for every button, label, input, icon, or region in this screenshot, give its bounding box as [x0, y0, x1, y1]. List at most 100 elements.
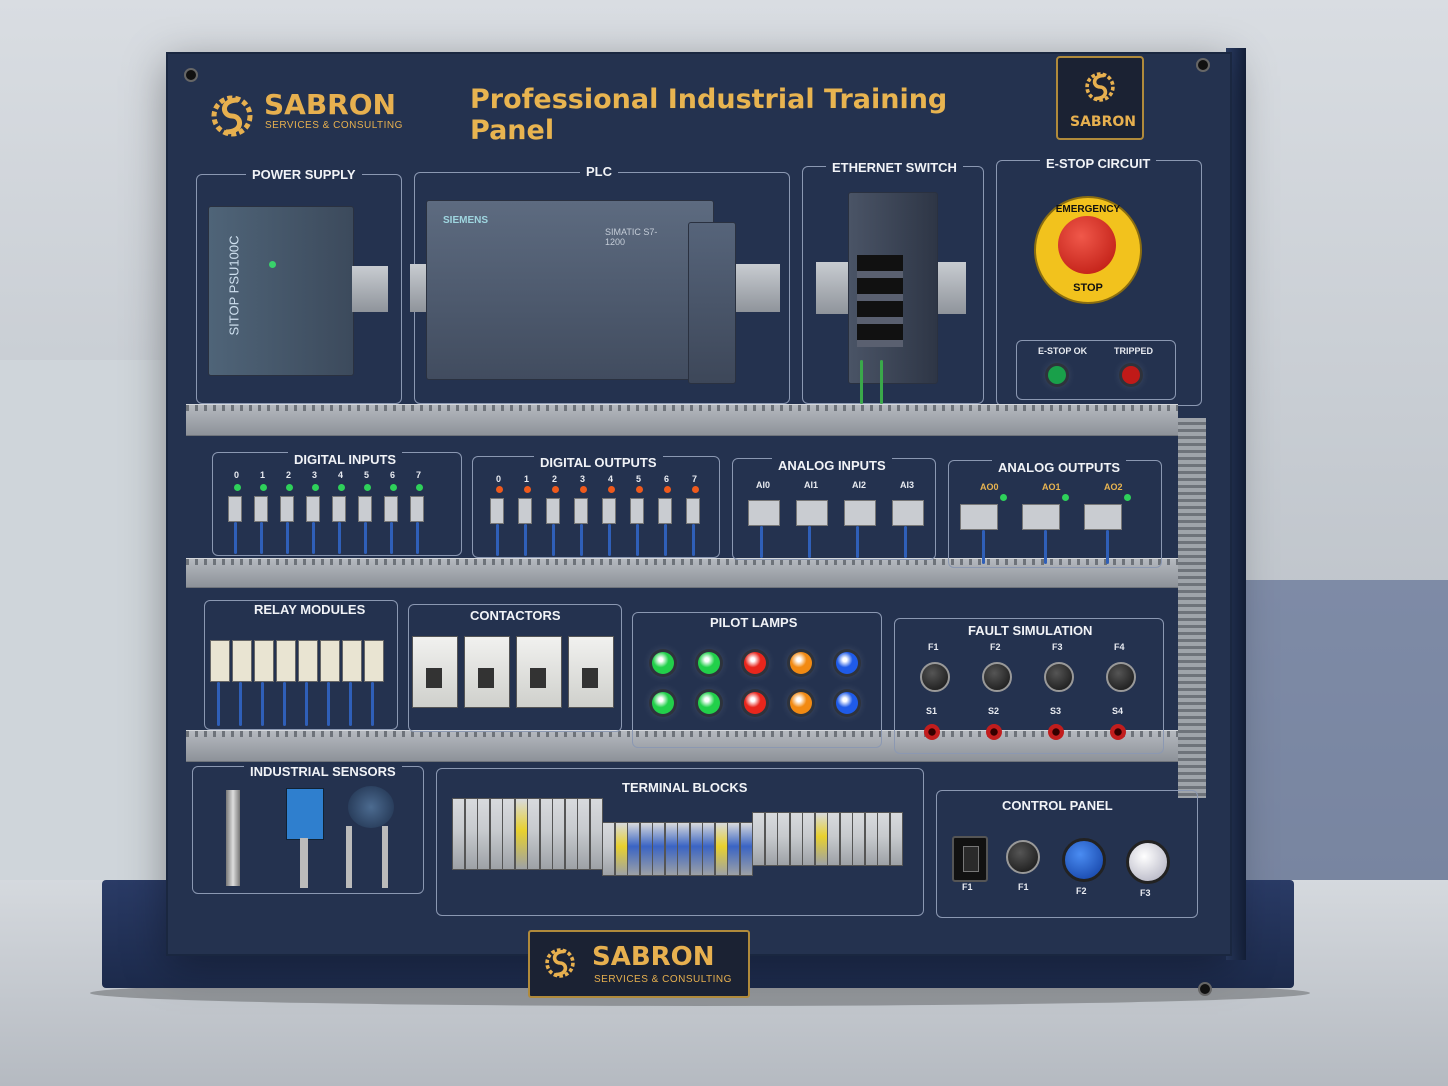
terminal-block	[752, 812, 765, 866]
fault-knob[interactable]	[982, 662, 1012, 692]
fault-switch-label: S3	[1050, 706, 1062, 716]
di-terminal	[358, 496, 372, 522]
do-wire	[580, 524, 583, 556]
background-window	[0, 360, 170, 880]
section-label: ANALOG OUTPUTS	[992, 460, 1127, 475]
do-led	[608, 486, 615, 493]
estop-ok-lamp	[1048, 366, 1066, 384]
di-wire	[312, 522, 315, 554]
fault-knob[interactable]	[920, 662, 950, 692]
di-terminal	[332, 496, 346, 522]
fault-jack[interactable]	[924, 724, 940, 740]
di-number: 3	[312, 470, 318, 480]
do-wire	[636, 524, 639, 556]
ethernet-switch-unit	[848, 192, 938, 384]
control-label: F1	[1018, 882, 1029, 892]
blue-pushbutton[interactable]	[1062, 838, 1106, 882]
ai-label: AI0	[756, 480, 771, 490]
rocker-switch[interactable]	[952, 836, 988, 882]
ao-terminal	[1022, 504, 1060, 530]
emergency-stop-button[interactable]: EMERGENCY STOP	[1034, 196, 1142, 304]
do-number: 1	[524, 474, 530, 484]
screw-icon	[184, 68, 198, 82]
terminal-block	[727, 822, 740, 876]
di-wire	[338, 522, 341, 554]
ao-wire	[1106, 530, 1109, 564]
brand-badge: SABRON	[1056, 56, 1144, 140]
control-label: F3	[1140, 888, 1151, 898]
plc-brand: SIEMENS	[443, 215, 489, 226]
control-label: F2	[1076, 886, 1087, 896]
terminal-block	[689, 822, 703, 876]
ao-terminal	[960, 504, 998, 530]
do-number: 5	[636, 474, 642, 484]
estop-mushroom	[1058, 216, 1116, 274]
di-terminal	[254, 496, 268, 522]
ao-led	[1124, 494, 1131, 501]
do-terminal	[490, 498, 504, 524]
ai-label: AI2	[852, 480, 867, 490]
control-label: F1	[962, 882, 973, 892]
di-number: 1	[260, 470, 266, 480]
ai-wire	[808, 526, 811, 558]
section-pilot-lamps	[632, 612, 882, 748]
do-led	[692, 486, 699, 493]
relay-wire	[305, 682, 308, 726]
white-pushbutton[interactable]	[1126, 840, 1170, 884]
di-number: 7	[416, 470, 422, 480]
di-number: 5	[364, 470, 370, 480]
do-led	[552, 486, 559, 493]
fault-knob-label: F1	[928, 642, 939, 652]
terminal-block	[477, 798, 490, 870]
di-led	[234, 484, 241, 491]
ethernet-ports	[857, 255, 903, 347]
do-terminal	[602, 498, 616, 524]
fault-knob[interactable]	[1106, 662, 1136, 692]
contactor-window	[478, 668, 494, 688]
photoelectric-sensor	[286, 788, 324, 840]
psu-label: SITOP PSU100C	[226, 235, 242, 336]
do-wire	[692, 524, 695, 556]
background-shelf	[1246, 580, 1448, 880]
selector-switch[interactable]	[1006, 840, 1040, 874]
terminal-block	[514, 798, 528, 870]
fault-jack[interactable]	[986, 724, 1002, 740]
section-label: POWER SUPPLY	[246, 167, 362, 182]
pilot-lamp	[744, 652, 766, 674]
relay-wire	[217, 682, 220, 726]
section-label: CONTROL PANEL	[996, 798, 1119, 813]
do-led	[580, 486, 587, 493]
terminal-block	[852, 812, 865, 866]
terminal-block	[452, 798, 465, 870]
do-wire	[524, 524, 527, 556]
di-wire	[390, 522, 393, 554]
terminal-block	[614, 822, 628, 876]
terminal-block	[877, 812, 890, 866]
relay-wire	[283, 682, 286, 726]
estop-ok-label: E-STOP OK	[1038, 346, 1088, 356]
terminal-block	[527, 798, 540, 870]
sabron-logo-icon	[211, 95, 253, 137]
estop-bottom-text: STOP	[1073, 282, 1103, 294]
terminal-block	[552, 798, 565, 870]
do-number: 6	[664, 474, 670, 484]
terminal-block	[714, 822, 728, 876]
ao-label: AO1	[1042, 482, 1061, 492]
fault-jack[interactable]	[1048, 724, 1064, 740]
ai-terminal	[844, 500, 876, 526]
contactor-window	[582, 668, 598, 688]
section-label: FAULT SIMULATION	[962, 623, 1099, 638]
terminal-block	[889, 812, 903, 866]
pilot-lamp	[744, 692, 766, 714]
ai-wire	[904, 526, 907, 558]
terminal-block	[564, 798, 578, 870]
network-cable	[860, 360, 863, 404]
fault-knob[interactable]	[1044, 662, 1074, 692]
network-cable	[880, 360, 883, 404]
di-led	[338, 484, 345, 491]
fault-jack[interactable]	[1110, 724, 1126, 740]
terminal-block	[814, 812, 828, 866]
do-number: 7	[692, 474, 698, 484]
contactor-window	[530, 668, 546, 688]
capacitive-sensor	[348, 786, 394, 828]
